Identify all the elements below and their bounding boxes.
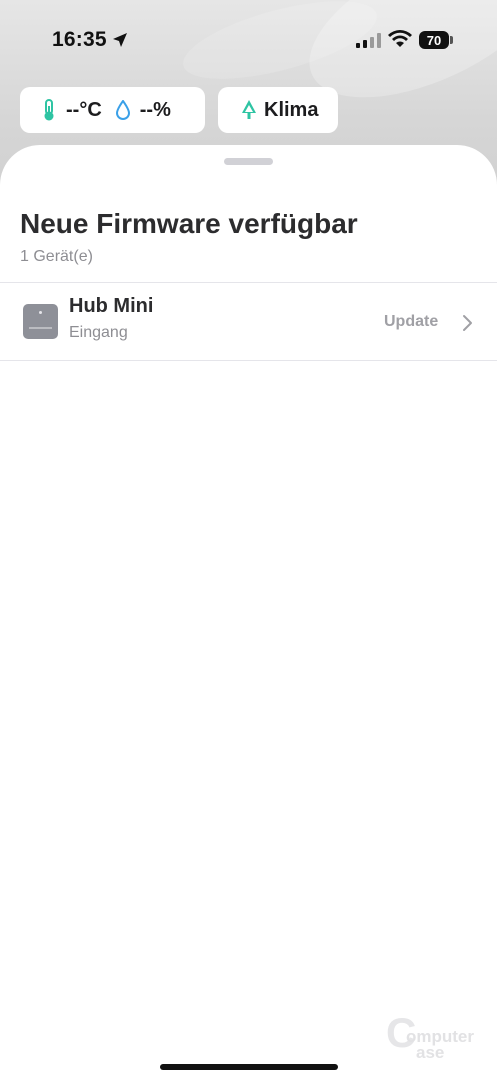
- sheet-subtitle: 1 Gerät(e): [20, 248, 93, 265]
- device-brand-mark: [29, 327, 52, 329]
- status-time: 16:35: [52, 28, 107, 51]
- environment-chip[interactable]: --°C --%: [20, 87, 205, 133]
- status-bar: 16:35 70: [0, 0, 497, 80]
- location-arrow-icon: [113, 33, 127, 47]
- battery-cap: [450, 36, 453, 44]
- temperature-value: --°C: [66, 98, 102, 121]
- home-indicator[interactable]: [160, 1064, 338, 1070]
- thermometer-icon: [44, 99, 54, 121]
- cellular-signal-icon: [356, 33, 381, 48]
- watermark-line2: ase: [416, 1043, 445, 1062]
- klima-chip[interactable]: Klima: [218, 87, 338, 133]
- tree-icon: [242, 100, 256, 119]
- humidity-drop-icon: [115, 100, 130, 120]
- sheet-grabber[interactable]: [224, 158, 273, 165]
- battery-icon: 70: [419, 31, 449, 49]
- klima-label: Klima: [264, 98, 319, 121]
- device-led: [39, 311, 42, 314]
- computerbase-watermark: C omputer ase: [386, 1012, 486, 1066]
- device-row[interactable]: Hub Mini Eingang Update: [0, 283, 497, 361]
- hub-mini-device-icon: [23, 304, 58, 339]
- battery-level: 70: [426, 32, 442, 48]
- update-button[interactable]: Update: [384, 313, 438, 331]
- wifi-icon: [388, 30, 412, 47]
- device-name: Hub Mini: [69, 295, 154, 317]
- humidity-value: --%: [139, 98, 171, 121]
- divider: [0, 360, 497, 361]
- firmware-sheet: Neue Firmware verfügbar 1 Gerät(e) Hub M…: [0, 145, 497, 1080]
- sheet-title: Neue Firmware verfügbar: [20, 208, 358, 239]
- chevron-right-icon: [463, 315, 472, 331]
- device-room: Eingang: [69, 324, 128, 341]
